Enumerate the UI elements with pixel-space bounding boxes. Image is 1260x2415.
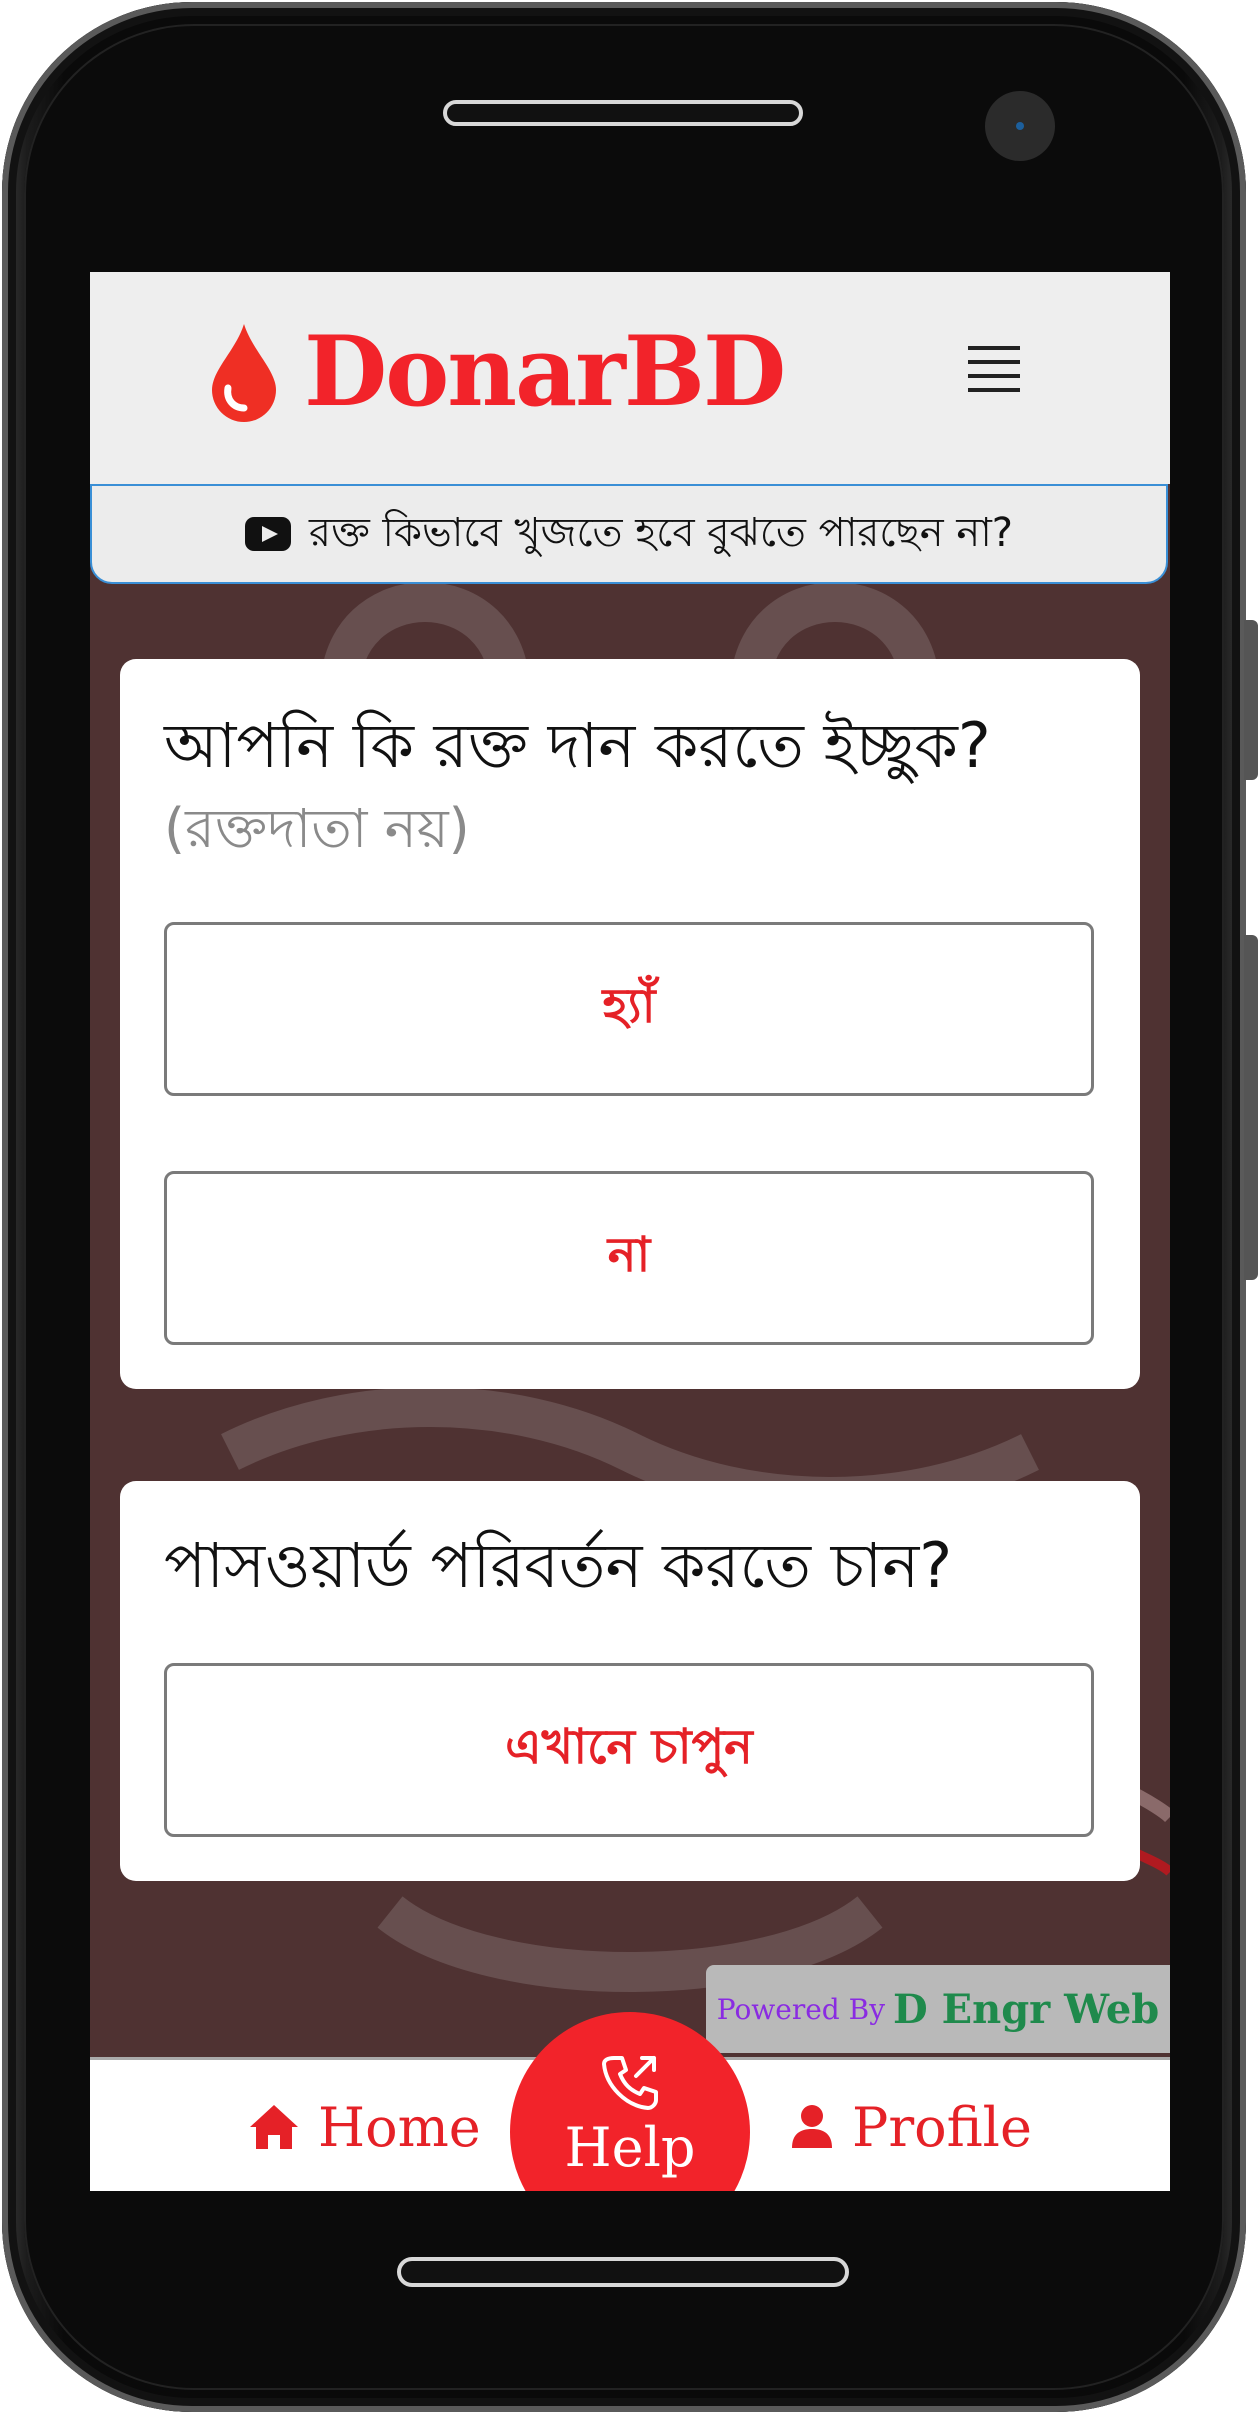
yes-button[interactable]: হ্যাঁ — [164, 922, 1094, 1096]
donate-willingness-card: আপনি কি রক্ত দান করতে ইচ্ছুক? (রক্তদাতা … — [120, 659, 1140, 1389]
brand-logo[interactable]: DonarBD — [210, 312, 786, 432]
nav-profile-label: Profile — [852, 2095, 1032, 2159]
volume-button — [1244, 620, 1258, 780]
nav-profile[interactable]: Profile — [790, 2060, 1032, 2191]
powered-by-prefix: Powered By — [716, 1992, 886, 2026]
tutorial-banner[interactable]: রক্ত কিভাবে খুজতে হবে বুঝতে পারছেন না? — [90, 484, 1168, 584]
password-question: পাসওয়ার্ড পরিবর্তন করতে চান? — [164, 1529, 953, 1602]
no-button[interactable]: না — [164, 1171, 1094, 1345]
earpiece-speaker — [443, 100, 803, 126]
user-icon — [792, 2105, 832, 2148]
home-icon — [250, 2105, 298, 2149]
youtube-icon — [244, 517, 291, 551]
hamburger-menu-icon[interactable] — [966, 344, 1026, 396]
brand-name: DonarBD — [304, 315, 786, 428]
tutorial-banner-text: রক্ত কিভাবে খুজতে হবে বুঝতে পারছেন না? — [308, 509, 1014, 556]
front-camera — [985, 91, 1055, 161]
nav-home[interactable]: Home — [248, 2060, 481, 2191]
power-button — [1244, 935, 1258, 1280]
donate-subtitle: (রক্তদাতা নয়) — [164, 797, 470, 860]
change-password-button[interactable]: এখানে চাপুন — [164, 1663, 1094, 1837]
app-screen: DonarBD রক্ত কিভাবে খুজতে হবে বুঝতে পারছ… — [90, 272, 1170, 2191]
blood-drop-icon — [212, 324, 276, 422]
home-bar — [397, 2257, 849, 2287]
nav-home-label: Home — [318, 2095, 481, 2159]
powered-by-badge[interactable]: Powered By D Engr Web — [706, 1965, 1170, 2053]
app-header: DonarBD — [90, 272, 1170, 484]
change-password-card: পাসওয়ার্ড পরিবর্তন করতে চান? এখানে চাপু… — [120, 1481, 1140, 1881]
powered-by-name: D Engr Web — [893, 1985, 1160, 2033]
phone-call-icon — [602, 2056, 658, 2110]
help-label: Help — [564, 2116, 696, 2179]
